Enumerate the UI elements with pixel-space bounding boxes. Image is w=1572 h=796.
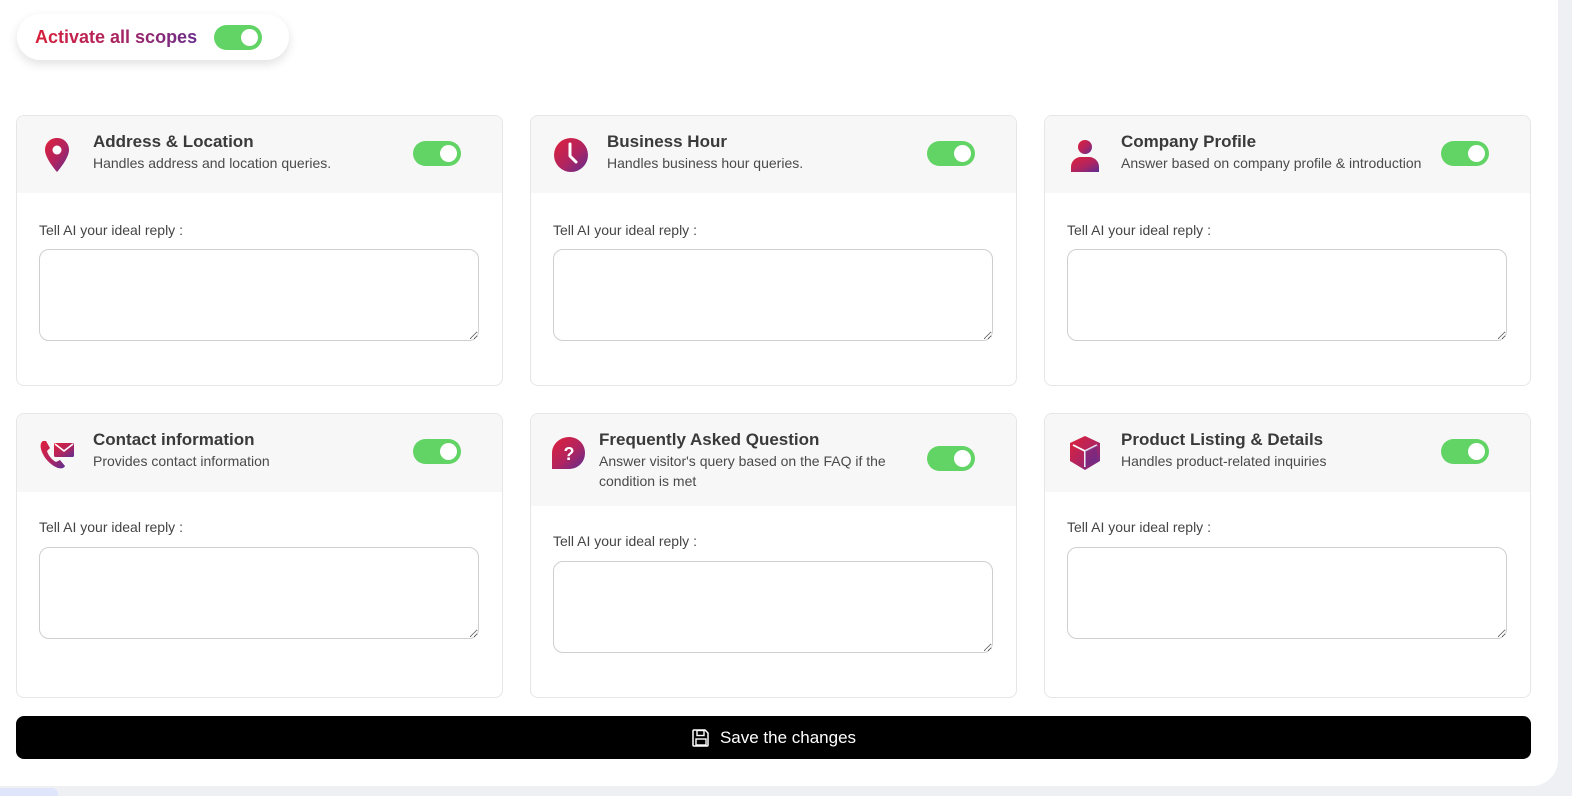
activate-all-label: Activate all scopes [35, 26, 198, 47]
scope-title: Frequently Asked Question [599, 430, 820, 449]
ideal-reply-textarea[interactable] [553, 249, 993, 341]
question-bubble-icon: ? [549, 434, 589, 474]
scope-toggle[interactable] [413, 141, 461, 166]
bottom-tab [0, 788, 58, 796]
reply-label: Tell AI your ideal reply : [39, 222, 183, 238]
scope-card-header: Address & Location Handles address and l… [17, 116, 502, 193]
scope-title: Contact information [93, 430, 255, 449]
scope-title: Business Hour [607, 132, 727, 151]
ideal-reply-textarea[interactable] [553, 561, 993, 653]
scope-card-header: ? Frequently Asked Question Answer visit… [531, 414, 1016, 506]
scope-card-header: Contact information Provides contact inf… [17, 414, 502, 492]
scope-card-business-hour: Business Hour Handles business hour quer… [530, 115, 1017, 386]
scope-card-contact-information: Contact information Provides contact inf… [16, 413, 503, 698]
scope-toggle[interactable] [413, 439, 461, 464]
reply-label: Tell AI your ideal reply : [39, 519, 183, 535]
box-icon [1065, 433, 1105, 473]
scope-card-address-location: Address & Location Handles address and l… [16, 115, 503, 386]
ideal-reply-textarea[interactable] [1067, 249, 1507, 341]
activate-all-scopes: Activate all scopes [17, 14, 289, 60]
phone-mail-icon [37, 433, 77, 473]
reply-label: Tell AI your ideal reply : [1067, 519, 1211, 535]
scope-description: Handles address and location queries. [93, 155, 332, 171]
person-icon [1065, 135, 1105, 175]
reply-label: Tell AI your ideal reply : [553, 533, 697, 549]
location-pin-icon [37, 135, 77, 175]
scope-toggle[interactable] [927, 446, 975, 471]
activate-all-toggle[interactable] [214, 24, 263, 50]
scope-title: Address & Location [93, 132, 254, 151]
ideal-reply-textarea[interactable] [1067, 547, 1507, 639]
reply-label: Tell AI your ideal reply : [1067, 222, 1211, 238]
ideal-reply-textarea[interactable] [39, 547, 479, 639]
ideal-reply-textarea[interactable] [39, 249, 479, 341]
clock-icon [551, 135, 591, 175]
save-button-label: Save the changes [719, 727, 857, 747]
scope-toggle[interactable] [1441, 439, 1489, 464]
scope-card-header: Product Listing & Details Handles produc… [1045, 414, 1530, 492]
svg-text:?: ? [564, 444, 575, 464]
reply-label: Tell AI your ideal reply : [553, 222, 697, 238]
scope-description: Provides contact information [93, 453, 270, 469]
scope-card-header: Company Profile Answer based on company … [1045, 116, 1530, 193]
scope-card-header: Business Hour Handles business hour quer… [531, 116, 1016, 193]
scope-title: Product Listing & Details [1121, 430, 1324, 449]
scrollbar[interactable] [1558, 0, 1572, 796]
floppy-disk-icon [692, 728, 709, 747]
scope-description: Answer visitor's query based on the FAQ … [599, 453, 886, 489]
scope-description: Answer based on company profile & introd… [1121, 155, 1422, 171]
scope-description: Handles business hour queries. [607, 155, 804, 171]
scope-card-product-listing: Product Listing & Details Handles produc… [1044, 413, 1531, 698]
scope-toggle[interactable] [1441, 141, 1489, 166]
scope-description: Handles product-related inquiries [1121, 453, 1327, 469]
scope-toggle[interactable] [927, 141, 975, 166]
scope-title: Company Profile [1121, 132, 1257, 151]
scope-card-company-profile: Company Profile Answer based on company … [1044, 115, 1531, 386]
save-changes-button[interactable]: Save the changes [16, 716, 1531, 759]
scope-card-faq: ? Frequently Asked Question Answer visit… [530, 413, 1017, 698]
